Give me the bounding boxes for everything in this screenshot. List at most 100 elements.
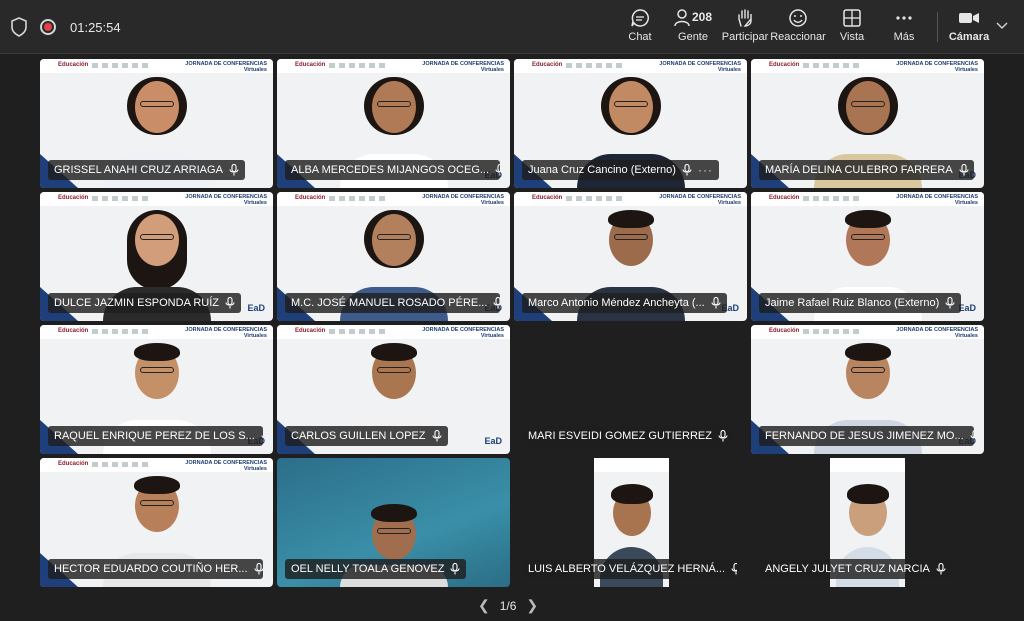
glasses (377, 367, 411, 373)
participant-name: RAQUEL ENRIQUE PEREZ DE LOS S... (54, 430, 255, 442)
participant-name: Marco Antonio Méndez Ancheyta (... (528, 297, 705, 309)
participant-hair (608, 210, 654, 228)
mic-icon (253, 563, 263, 575)
glasses (851, 367, 885, 373)
meeting-timer: 01:25:54 (70, 19, 121, 35)
participant-name-bar: MARÍA DELINA CULEBRO FARRERA (759, 160, 974, 180)
mic-icon (225, 297, 235, 309)
mic-icon (959, 164, 969, 176)
participate-button[interactable]: Participar (722, 8, 768, 48)
participant-head (135, 81, 179, 133)
mic-icon (261, 435, 263, 439)
participant-hair (134, 343, 180, 361)
glasses (140, 500, 174, 506)
participant-name: CARLOS GUILLEN LOPEZ (291, 430, 426, 442)
participant-tile[interactable]: LUIS ALBERTO VELÁZQUEZ HERNÁ... (514, 458, 747, 587)
view-label: Vista (839, 31, 865, 43)
glasses (614, 101, 648, 107)
participant-name-bar: GRISSEL ANAHI CRUZ ARRIAGA (48, 160, 245, 180)
raise-hand-icon (738, 9, 752, 27)
pagination: ❮ 1/6 ❯ (478, 597, 538, 614)
participant-tile[interactable]: Educación JORNADA DE CONFERENCIAS Virtuale… (514, 59, 747, 188)
toolbar-divider (937, 12, 938, 42)
people-button[interactable]: 208 Gente (672, 8, 714, 48)
participant-hair (371, 343, 417, 361)
participant-tile[interactable]: Educación JORNADA DE CONFERENCIAS Virtuale… (277, 192, 510, 321)
people-icon (674, 9, 690, 27)
participant-tile[interactable]: Educación JORNADA DE CONFERENCIAS Virtuale… (751, 325, 984, 454)
participant-name: FERNANDO DE JESUS JIMENEZ MO... (765, 430, 964, 442)
shield-icon[interactable] (10, 17, 28, 37)
mic-icon (945, 297, 955, 309)
participant-name: HECTOR EDUARDO COUTIÑO HER... (54, 563, 248, 575)
participant-name-bar: Marco Antonio Méndez Ancheyta (... (522, 293, 727, 313)
chat-icon (631, 9, 649, 27)
mic-icon (936, 563, 946, 575)
glasses (140, 101, 174, 107)
glasses (851, 234, 885, 240)
participant-tile[interactable]: Educación JORNADA DE CONFERENCIAS Virtuale… (40, 325, 273, 454)
camera-button[interactable]: Cámara (948, 8, 990, 48)
participant-tile[interactable]: ANGELY JULYET CRUZ NARCIA (751, 458, 984, 587)
participant-hair (371, 504, 417, 522)
participant-name: DULCE JAZMIN ESPONDA RUÍZ (54, 297, 220, 309)
participant-tile[interactable]: MARI ESVEIDI GOMEZ GUTIERREZ (514, 325, 747, 454)
participant-hair (845, 210, 891, 228)
participant-name-bar: ANGELY JULYET CRUZ NARCIA (759, 559, 952, 579)
chevron-left-icon[interactable]: ❮ (478, 597, 490, 614)
participant-tile[interactable]: Educación JORNADA DE CONFERENCIAS Virtuale… (514, 192, 747, 321)
react-label: Reaccionar (770, 31, 826, 43)
ead-logo: EaD (484, 436, 502, 446)
camera-icon (959, 13, 979, 23)
more-label: Más (893, 31, 915, 43)
participant-tile[interactable]: Educación JORNADA DE CONFERENCIAS Virtuale… (40, 458, 273, 587)
participant-head (846, 81, 890, 133)
mic-icon (682, 164, 692, 176)
more-options-icon[interactable]: ··· (698, 163, 713, 177)
participant-head (135, 214, 179, 266)
participant-tile[interactable]: Educación JORNADA DE CONFERENCIAS Virtuale… (277, 59, 510, 188)
mic-icon (731, 563, 737, 575)
participate-label: Participar (721, 31, 769, 43)
react-button[interactable]: Reaccionar (770, 8, 826, 48)
grid-view-icon (843, 9, 861, 27)
glasses (140, 234, 174, 240)
participant-tile[interactable]: Educación JORNADA DE CONFERENCIAS Virtuale… (751, 192, 984, 321)
toolbar-left: 01:25:54 (10, 17, 121, 37)
participant-name-bar: ALBA MERCEDES MIJANGOS OCEG... (285, 160, 500, 180)
meeting-toolbar: 01:25:54 Chat 208 Gente Participar Reacc… (0, 0, 1024, 54)
glasses (377, 234, 411, 240)
participant-tile[interactable]: OEL NELLY TOALA GENOVEZ (277, 458, 510, 587)
view-button[interactable]: Vista (840, 8, 864, 48)
camera-label: Cámara (948, 31, 990, 43)
participant-hair (845, 343, 891, 361)
glasses (377, 101, 411, 107)
participant-name-bar: RAQUEL ENRIQUE PEREZ DE LOS S... (48, 426, 263, 446)
participant-name: ALBA MERCEDES MIJANGOS OCEG... (291, 164, 490, 176)
mic-icon (970, 430, 974, 439)
participant-name-bar: CARLOS GUILLEN LOPEZ (285, 426, 448, 446)
smiley-icon (789, 9, 807, 27)
participant-tile[interactable]: Educación JORNADA DE CONFERENCIAS Virtuale… (277, 325, 510, 454)
chevron-right-icon[interactable]: ❯ (526, 597, 538, 614)
participant-head (372, 214, 416, 266)
glasses (614, 234, 648, 240)
participant-tile[interactable]: Educación JORNADA DE CONFERENCIAS Virtuale… (40, 59, 273, 188)
mic-icon (495, 164, 500, 176)
participant-hair (611, 484, 653, 504)
chat-button[interactable]: Chat (628, 8, 652, 48)
participant-tile[interactable]: Educación JORNADA DE CONFERENCIAS Virtuale… (751, 59, 984, 188)
page-indicator: 1/6 (499, 598, 517, 613)
participant-head (609, 81, 653, 133)
more-button[interactable]: Más (892, 8, 916, 48)
participant-name-bar: OEL NELLY TOALA GENOVEZ (285, 559, 467, 579)
participant-head (372, 81, 416, 133)
glasses (377, 528, 411, 534)
participant-name-bar: HECTOR EDUARDO COUTIÑO HER... (48, 559, 263, 579)
conference-banner (594, 458, 669, 472)
glasses (140, 367, 174, 373)
participant-tile[interactable]: Educación JORNADA DE CONFERENCIAS Virtuale… (40, 192, 273, 321)
recording-icon (40, 19, 56, 35)
participant-hair (134, 476, 180, 494)
chevron-down-icon[interactable] (996, 22, 1008, 30)
